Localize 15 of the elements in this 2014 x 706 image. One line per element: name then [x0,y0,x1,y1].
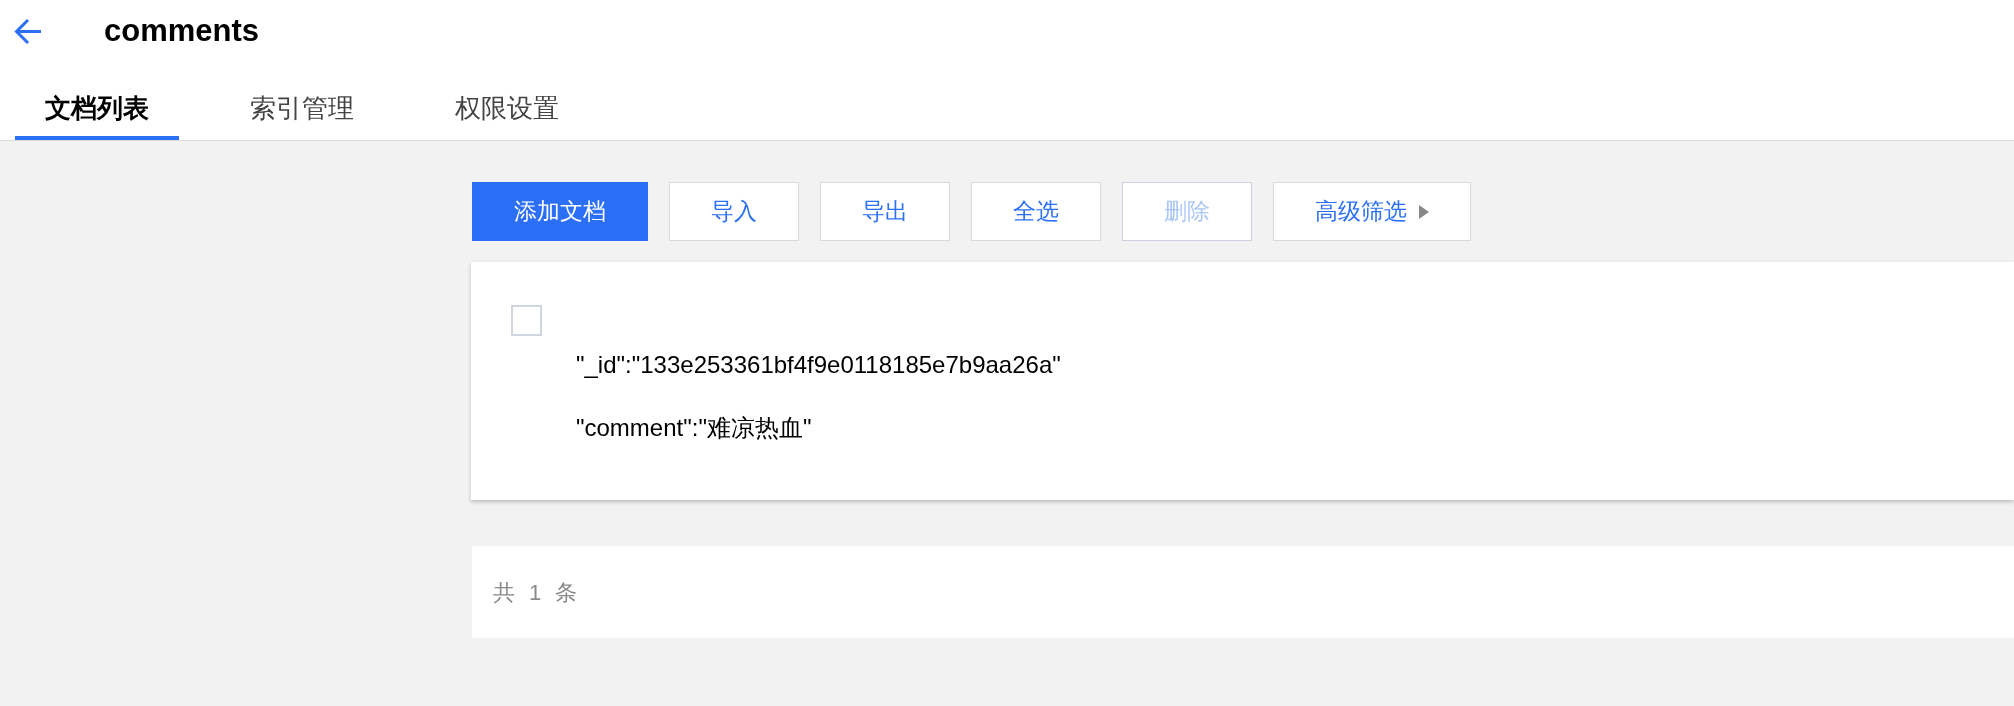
filter-dropdown-button[interactable]: 高级筛选 [1273,182,1471,241]
tab[interactable]: 索引管理 [220,62,384,140]
tab[interactable]: 文档列表 [15,62,179,140]
add-document-button[interactable]: 添加文档 [472,182,648,241]
document-field: "comment":"难凉热血" [576,410,812,446]
total-count: 共 1 条 [493,578,578,607]
tab[interactable]: 权限设置 [425,62,589,140]
toolbar-button[interactable]: 导出 [820,182,950,241]
toolbar-button[interactable]: 全选 [971,182,1101,241]
caret-icon [1419,204,1429,219]
document-field: "_id":"133e253361bf4f9e0118185e7b9aa26a" [576,347,1061,383]
back-arrow-icon[interactable] [14,17,42,45]
page-title: comments [104,13,260,49]
toolbar-button[interactable]: 导入 [669,182,799,241]
document-checkbox[interactable] [511,305,542,336]
